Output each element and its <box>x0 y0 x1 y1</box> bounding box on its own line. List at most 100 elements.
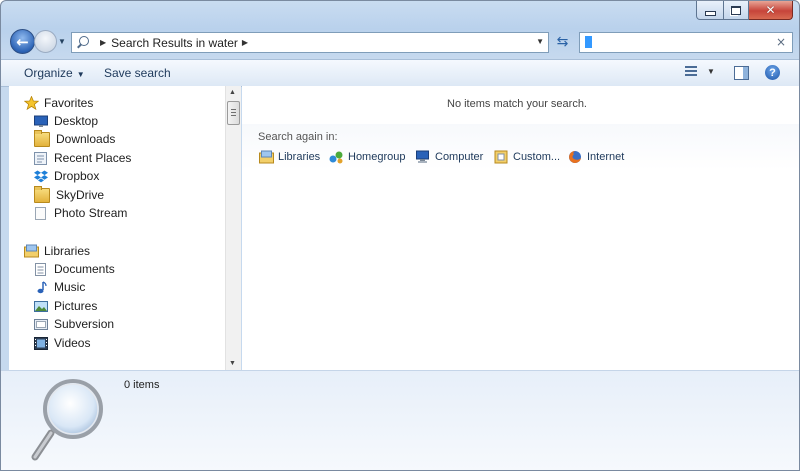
custom-folder-icon <box>494 150 509 164</box>
search-again-item-label: Homegroup <box>348 151 406 163</box>
sidebar-item-pictures[interactable]: Pictures <box>34 297 97 315</box>
sidebar-item-label: Desktop <box>54 114 99 128</box>
sidebar-item-skydrive[interactable]: SkyDrive <box>34 185 105 204</box>
videos-icon <box>34 336 48 350</box>
sidebar-item-label: Subversion <box>54 317 115 331</box>
minimize-icon <box>704 10 716 16</box>
search-again-libraries[interactable]: Libraries <box>259 150 320 164</box>
libraries-label: Libraries <box>44 244 91 258</box>
clear-search-icon[interactable]: × <box>776 35 786 49</box>
organize-label: Organize <box>24 66 73 80</box>
search-again-item-label: Internet <box>587 151 625 163</box>
scroll-down-arrow-icon[interactable]: ▼ <box>229 360 236 367</box>
scroll-up-arrow-icon[interactable]: ▲ <box>229 89 236 96</box>
downloads-folder-icon <box>34 129 50 147</box>
nav-group-favorites[interactable]: Favorites <box>23 94 94 112</box>
sidebar-item-dropbox[interactable]: Dropbox <box>34 167 99 185</box>
sidebar-item-photo-stream[interactable]: Photo Stream <box>34 204 127 222</box>
save-search-label: Save search <box>104 66 171 80</box>
search-again-homegroup[interactable]: Homegroup <box>329 150 405 164</box>
sidebar-item-music[interactable]: Music <box>34 278 85 296</box>
back-button[interactable]: ← <box>10 29 35 54</box>
homegroup-icon <box>329 150 344 164</box>
search-again-item-label: Libraries <box>278 151 321 163</box>
search-again-internet[interactable]: Internet <box>568 150 624 164</box>
search-input[interactable]: × <box>579 32 793 53</box>
computer-icon <box>416 150 431 164</box>
save-search-button[interactable]: Save search <box>104 66 171 80</box>
pictures-icon <box>34 300 48 313</box>
command-bar: Organize ▼ Save search ▼ ? <box>1 59 799 87</box>
search-again-item-label: Custom... <box>513 151 561 163</box>
sidebar-item-label: SkyDrive <box>56 188 105 202</box>
item-count: 0 items <box>124 379 160 391</box>
favorites-star-icon <box>23 95 40 111</box>
sidebar-item-videos[interactable]: Videos <box>34 334 90 352</box>
photo-stream-icon <box>34 206 48 220</box>
search-location-icon <box>76 35 90 50</box>
search-magnifier-icon <box>31 379 103 461</box>
sidebar-item-label: Documents <box>54 262 115 276</box>
maximize-button[interactable] <box>724 1 749 20</box>
sidebar-item-label: Dropbox <box>54 169 100 183</box>
documents-icon <box>34 262 48 276</box>
recent-pages-dropdown[interactable]: ▼ <box>58 37 66 46</box>
address-history-dropdown[interactable]: ▼ <box>536 37 544 46</box>
explorer-window: ✕ ← ▼ ▶ Search Results in water ▶ ▼ ⇆ × … <box>0 0 800 471</box>
libraries-icon <box>259 150 274 164</box>
sidebar-item-label: Photo Stream <box>54 206 128 220</box>
empty-results-message: No items match your search. <box>447 98 587 110</box>
search-again-computer[interactable]: Computer <box>416 150 483 164</box>
sidebar-item-downloads[interactable]: Downloads <box>34 129 116 148</box>
text-selection-caret <box>585 36 592 48</box>
libraries-icon <box>24 244 39 258</box>
change-view-button[interactable] <box>685 66 697 78</box>
search-again-label: Search again in: <box>258 131 338 143</box>
nav-group-libraries[interactable]: Libraries <box>24 242 90 260</box>
music-icon <box>34 280 48 294</box>
view-options-dropdown[interactable]: ▼ <box>707 67 715 76</box>
firefox-icon <box>568 150 583 164</box>
window-controls: ✕ <box>696 1 793 20</box>
navigation-scrollbar[interactable]: ▲ ▼ <box>225 86 241 370</box>
breadcrumb-separator-icon[interactable]: ▶ <box>100 38 106 47</box>
breadcrumb-search-results[interactable]: Search Results in water <box>111 36 238 50</box>
help-button[interactable]: ? <box>765 65 780 80</box>
organize-button[interactable]: Organize ▼ <box>24 66 85 80</box>
sidebar-item-subversion[interactable]: Subversion <box>34 315 114 333</box>
details-pane: 0 items <box>1 370 799 470</box>
close-button[interactable]: ✕ <box>749 1 793 20</box>
minimize-button[interactable] <box>696 1 724 20</box>
chevron-down-icon: ▼ <box>76 70 85 79</box>
search-again-item-label: Computer <box>435 151 484 163</box>
scrollbar-thumb[interactable] <box>227 101 240 125</box>
sidebar-item-label: Recent Places <box>54 151 132 165</box>
skydrive-folder-icon <box>34 185 50 203</box>
sidebar-item-recent-places[interactable]: Recent Places <box>34 149 131 167</box>
subversion-icon <box>34 318 48 331</box>
search-again-custom[interactable]: Custom... <box>494 150 560 164</box>
address-bar[interactable]: ▶ Search Results in water ▶ ▼ <box>71 32 549 53</box>
navigation-pane: Favorites Desktop Downloads Recent Place… <box>9 86 225 370</box>
sidebar-item-desktop[interactable]: Desktop <box>34 112 98 130</box>
recent-places-icon <box>34 151 48 165</box>
sidebar-item-label: Pictures <box>54 299 98 313</box>
help-icon: ? <box>769 66 776 79</box>
back-arrow-icon: ← <box>16 32 29 51</box>
results-pane: No items match your search. Search again… <box>242 86 799 370</box>
sidebar-item-label: Music <box>54 280 86 294</box>
preview-pane-button[interactable] <box>734 66 749 80</box>
sidebar-item-documents[interactable]: Documents <box>34 260 115 278</box>
search-again-panel: Search again in: Libraries Homegroup Com… <box>242 124 799 170</box>
refresh-icon: ⇆ <box>556 33 569 50</box>
desktop-icon <box>34 115 48 128</box>
favorites-label: Favorites <box>44 96 94 110</box>
sidebar-item-label: Downloads <box>56 132 116 146</box>
refresh-button[interactable]: ⇆ <box>553 32 572 51</box>
maximize-icon <box>731 5 741 15</box>
forward-button[interactable] <box>34 30 57 53</box>
dropbox-icon <box>34 170 48 183</box>
sidebar-item-label: Videos <box>54 336 91 350</box>
close-icon: ✕ <box>765 3 776 17</box>
breadcrumb-separator-icon[interactable]: ▶ <box>242 38 248 47</box>
